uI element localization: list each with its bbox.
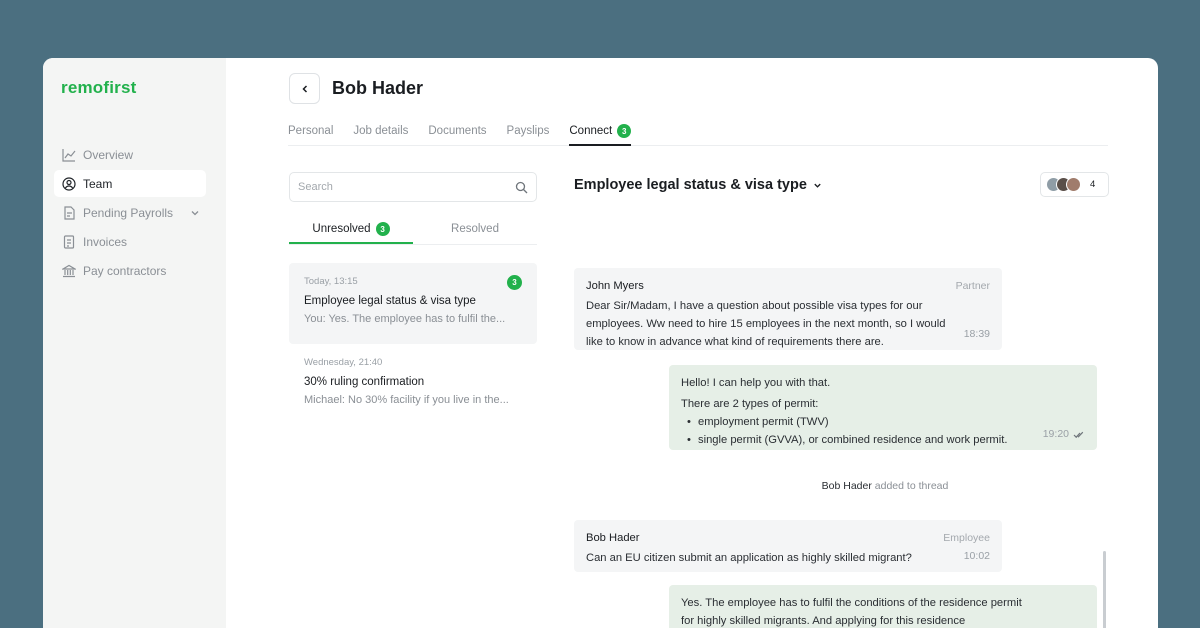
tab-unresolved[interactable]: Unresolved 3 — [289, 216, 413, 244]
tab-label: Job details — [353, 125, 409, 137]
tab-resolved[interactable]: Resolved — [413, 216, 537, 244]
tab-payslips[interactable]: Payslips — [507, 116, 550, 146]
tab-label: Personal — [288, 125, 334, 137]
unread-badge: 3 — [507, 275, 522, 290]
thread-item[interactable]: Today, 13:15 3 Employee legal status & v… — [289, 263, 537, 344]
message-time: 19:20 — [1043, 425, 1085, 443]
thread-filter-tabs: Unresolved 3 Resolved — [289, 216, 537, 245]
thread-time: Today, 13:15 — [304, 276, 358, 287]
user-icon — [62, 176, 76, 191]
tab-label: Resolved — [451, 223, 499, 235]
message-time-text: 10:02 — [963, 550, 990, 562]
message-incoming: Bob Hader Employee Can an EU citizen sub… — [574, 520, 1002, 572]
main-content: Bob Hader Personal Job details Documents… — [226, 58, 1158, 628]
thread-time: Wednesday, 21:40 — [304, 357, 383, 368]
message-incoming: John Myers Partner Dear Sir/Madam, I hav… — [574, 268, 1002, 350]
message-role: Partner — [955, 280, 990, 292]
sidebar-item-label: Team — [83, 176, 113, 191]
thread-preview: Michael: No 30% facility if you live in … — [304, 394, 509, 406]
invoice-icon — [63, 234, 75, 249]
sidebar-item-label: Invoices — [83, 234, 128, 249]
sidebar-item-label: Pay contractors — [83, 263, 167, 278]
message-text: Can an EU citizen submit an application … — [586, 552, 912, 564]
page-title: Bob Hader — [332, 78, 424, 98]
tab-documents[interactable]: Documents — [428, 116, 486, 146]
message-text: There are 2 types of permit: — [681, 398, 819, 410]
tab-label: Documents — [428, 125, 487, 137]
thread-preview: You: Yes. The employee has to fulfil the… — [304, 313, 506, 325]
message-role: Employee — [943, 532, 990, 544]
sidebar-item-label: Overview — [83, 147, 134, 162]
profile-tabs: Personal Job details Documents Payslips … — [288, 116, 1108, 146]
conversation-title-text: Employee legal status & visa type — [574, 177, 807, 193]
sidebar-item-pay-contractors[interactable]: Pay contractors — [54, 257, 206, 284]
back-button[interactable] — [289, 73, 320, 104]
message-author: John Myers — [586, 280, 644, 292]
list-item: single permit (GVVA), or combined reside… — [681, 431, 1085, 449]
avatar — [1066, 177, 1081, 192]
search-box[interactable] — [289, 172, 537, 202]
thread-title: 30% ruling confirmation — [304, 376, 425, 388]
participants-button[interactable]: 4 — [1040, 172, 1109, 197]
participants-count: 4 — [1090, 179, 1096, 190]
thread-title: Employee legal status & visa type — [304, 295, 476, 307]
search-input[interactable] — [298, 181, 515, 193]
message-list: employment permit (TWV) single permit (G… — [681, 413, 1085, 449]
message-outgoing: Yes. The employee has to fulfil the cond… — [669, 585, 1097, 628]
message-time-text: 18:39 — [963, 328, 990, 340]
sidebar-item-label: Pending Payrolls — [83, 205, 174, 220]
tab-label: Unresolved — [312, 223, 371, 235]
chart-icon — [62, 148, 76, 162]
message-author: Bob Hader — [586, 532, 640, 544]
message-time: 10:02 — [964, 547, 990, 565]
sidebar-item-overview[interactable]: Overview — [54, 141, 206, 168]
list-item: employment permit (TWV) — [681, 413, 1085, 431]
search-icon — [515, 181, 528, 193]
message-text: Hello! I can help you with that. — [681, 377, 831, 389]
message-time: 18:39 — [964, 325, 990, 343]
bank-icon — [62, 264, 76, 277]
chevron-down-icon[interactable] — [190, 208, 200, 218]
message-time-text: 19:20 — [1042, 428, 1069, 440]
double-check-icon — [1073, 431, 1084, 438]
tab-job-details[interactable]: Job details — [353, 116, 408, 146]
sidebar-item-pending-payrolls[interactable]: Pending Payrolls — [54, 199, 206, 226]
message-text: Yes. The employee has to fulfil the cond… — [681, 597, 1022, 627]
scrollbar[interactable] — [1103, 551, 1106, 628]
tab-label: Payslips — [506, 125, 550, 137]
sidebar-item-invoices[interactable]: Invoices — [54, 228, 206, 255]
sidebar: remofirst Overview Team Pending Payrolls… — [43, 58, 226, 628]
message-outgoing: Hello! I can help you with that. There a… — [669, 365, 1097, 450]
conversation-title[interactable]: Employee legal status & visa type — [574, 177, 822, 193]
tab-connect[interactable]: Connect 3 — [569, 116, 632, 146]
system-note: Bob Hader added to thread — [726, 480, 1044, 492]
logo: remofirst — [61, 78, 137, 97]
chevron-down-icon — [814, 183, 821, 188]
message-text: Dear Sir/Madam, I have a question about … — [586, 300, 946, 348]
thread-item[interactable]: Wednesday, 21:40 30% ruling confirmation… — [289, 344, 537, 425]
app-window: remofirst Overview Team Pending Payrolls… — [43, 58, 1158, 628]
count-badge: 3 — [375, 222, 390, 236]
sidebar-item-team[interactable]: Team — [54, 170, 206, 197]
tab-personal[interactable]: Personal — [288, 116, 333, 146]
system-note-text: added to thread — [874, 480, 949, 492]
system-note-name: Bob Hader — [821, 480, 872, 492]
tab-label: Connect — [569, 125, 613, 137]
document-icon — [64, 205, 75, 220]
thread-list: Today, 13:15 3 Employee legal status & v… — [289, 263, 537, 425]
count-badge: 3 — [617, 124, 632, 138]
chevron-left-icon — [301, 84, 307, 93]
sidebar-nav: Overview Team Pending Payrolls Invoices … — [54, 141, 206, 286]
